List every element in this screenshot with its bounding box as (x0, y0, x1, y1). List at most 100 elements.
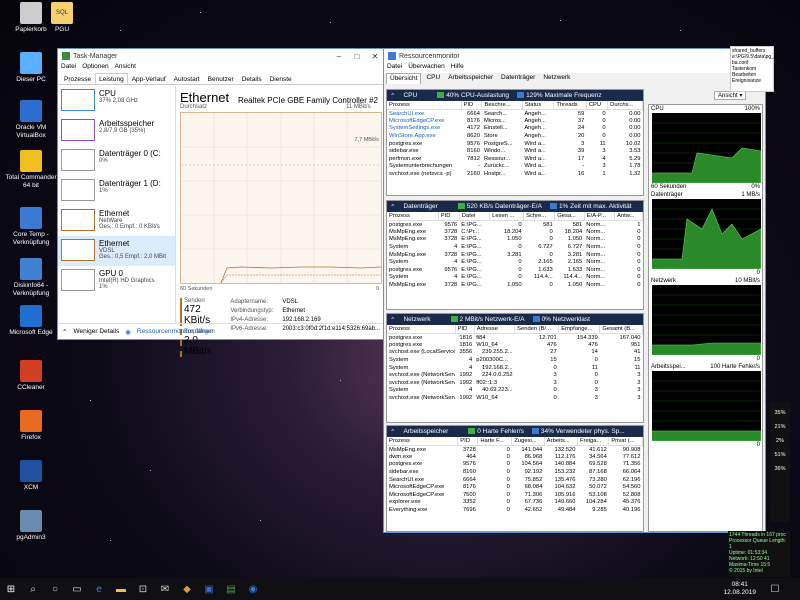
table-row[interactable]: System 4 192.168.2... 0 11 11 (387, 364, 643, 372)
column-header[interactable]: Harte F... (477, 437, 513, 446)
table-row[interactable]: MicrosoftEdgeCP.exe 8176 Micros... Angeh...… (387, 117, 643, 125)
mail-icon[interactable]: ✉ (154, 578, 176, 600)
table-row[interactable]: postgres.exe 9576 E:\PG... 0 581 581 Norm... 1 (387, 221, 643, 229)
column-header[interactable]: Beschre... (481, 101, 523, 110)
section-header[interactable]: ⌃ Arbeitsspeicher 0 Harte Fehler/s 34% V… (387, 426, 643, 437)
table-row[interactable]: svchost.exe (NetworkService -p) 1992 224.0… (387, 371, 643, 379)
table-row[interactable]: postgres.exe 1816 W10_64 476 476 951 (387, 341, 643, 349)
tab-startup[interactable]: Autostart (170, 73, 204, 84)
column-header[interactable]: PID (457, 437, 479, 446)
column-header[interactable]: Lesen ... (489, 212, 525, 221)
explorer-icon[interactable]: ▬ (110, 578, 132, 600)
table-row[interactable]: MsMpEng.exe 3728 E:\PG... 1.050 0 1.050 Norm..… (387, 236, 643, 244)
menu-file[interactable]: Datei (61, 63, 76, 73)
desktop-icon[interactable]: Dieser PC (2, 52, 60, 84)
table-row[interactable]: svchost.exe (netsvcs -p) 2160 Hostpr... Wir… (387, 170, 643, 178)
tab-disk[interactable]: Datenträger (498, 73, 538, 84)
table-row[interactable]: svchost.exe (NetworkService -p) 1992W10_6… (387, 394, 643, 402)
column-header[interactable]: Antw... (614, 212, 643, 221)
menu-help[interactable]: Hilfe (451, 63, 464, 73)
column-header[interactable]: PID (461, 101, 483, 110)
system-clock[interactable]: 08:41 12.08.2019 (723, 581, 756, 597)
tab-users[interactable]: Benutzer (204, 73, 238, 84)
table-row[interactable]: SearchUI.exe 6664 0 75.852 135.476 73.280 62.1… (387, 476, 643, 484)
column-header[interactable]: Senden (B/... (514, 325, 560, 334)
column-header[interactable]: Freiga... (577, 437, 610, 446)
desktop-icon[interactable]: CCleaner (2, 360, 60, 392)
column-header[interactable]: Durchs... (607, 101, 643, 110)
section-header[interactable]: ⌃ CPU 40% CPU-Auslastung 129% Maximale F… (387, 90, 643, 101)
tab-network[interactable]: Netzwerk (540, 73, 573, 84)
column-header[interactable]: Adresse (474, 325, 516, 334)
table-row[interactable]: postgres.exe 9576 0 104.564 140.884 69.528 71.… (387, 461, 643, 469)
table-row[interactable]: postgres.exe 9576 PostgreS... Wird a... 3 11 1… (387, 140, 643, 148)
column-header[interactable]: CPU (586, 101, 609, 110)
desktop-icon[interactable]: XCM (2, 460, 60, 492)
save-app-icon[interactable]: ▣ (198, 578, 220, 600)
task-view-icon[interactable]: ▭ (66, 578, 88, 600)
desktop-icon[interactable]: Oracle VM VirtualBox (2, 100, 60, 140)
table-row[interactable]: System 4 40.69.223... 0 3 3 (387, 387, 643, 395)
tab-services[interactable]: Dienste (266, 73, 296, 84)
collapse-chevron-icon[interactable]: ⌃ (390, 316, 395, 324)
collapse-chevron-icon[interactable]: ⌃ (390, 428, 395, 436)
tab-details[interactable]: Details (238, 73, 266, 84)
column-header[interactable]: Threads (553, 101, 587, 110)
column-header[interactable]: Prozess (387, 437, 459, 446)
table-row[interactable]: SearchUI.exe 6664 Search... Angeh... 59 0 0.00 (387, 110, 643, 118)
view-button[interactable]: Ansicht ▾ (714, 91, 747, 100)
close-button[interactable]: ✕ (366, 52, 384, 61)
less-details-link[interactable]: Weniger Details (73, 328, 119, 335)
column-header[interactable]: PID (438, 212, 460, 221)
sidebar-item[interactable]: Ethernet VDSL Ges.: 0,5 Empf.: 2,0 MBit (58, 236, 175, 266)
column-header[interactable]: Arbeits... (544, 437, 579, 446)
column-header[interactable]: Privat (... (608, 437, 643, 446)
sidebar-item[interactable]: Datenträger 0 (C: 0% (58, 146, 175, 176)
table-row[interactable]: perfmon.exe 7812 Ressour... Wird a... 17 4 5.2… (387, 155, 643, 163)
table-row[interactable]: explorer.exe 3352 0 67.736 149.660 104.284 45.… (387, 499, 643, 507)
table-row[interactable]: sidebar.exe 8160 Windo... Wird a... 39 3 3.53 (387, 147, 643, 155)
table-row[interactable]: MicrosoftEdgeCP.exe 8176 0 68.084 104.632 50.… (387, 483, 643, 491)
table-row[interactable]: dwm.exe 464 0 86.968 112.176 34.564 77.612 (387, 453, 643, 461)
tab-cpu[interactable]: CPU (423, 73, 443, 84)
column-header[interactable]: Prozess (387, 212, 439, 221)
table-row[interactable]: System 4 E:\PG... 0 2.165 2.165 Norm... 0 (387, 258, 643, 266)
table-row[interactable]: MsMpEng.exe 3728 C:\Pr... 18.204 0 18.204 Norm… (387, 228, 643, 236)
column-header[interactable]: Schre... (523, 212, 556, 221)
menu-monitor[interactable]: Überwachen (408, 63, 445, 73)
column-header[interactable]: Gesamt (B... (599, 325, 643, 334)
column-header[interactable]: Gesa... (554, 212, 585, 221)
cortana-icon[interactable]: ○ (44, 578, 66, 600)
column-header[interactable]: Prozess (387, 101, 462, 110)
table-row[interactable]: svchost.exe (LocalServiceAndNo... 3556 239… (387, 349, 643, 357)
open-resource-monitor-link[interactable]: Ressourcenmonitor öffnen (137, 328, 213, 335)
table-row[interactable]: Everything.exe 7696 0 42.652 49.484 9.285 40.1… (387, 506, 643, 514)
table-row[interactable]: MsMpEng.exe 3728 E:\PG... 3.281 0 3.281 Norm..… (387, 251, 643, 259)
desktop-icon[interactable]: Core Temp - Verknüpfung (2, 207, 60, 247)
column-header[interactable]: Prozess (387, 325, 456, 334)
task-manager-taskbar-icon[interactable]: ▤ (220, 578, 242, 600)
edge-icon[interactable]: e (88, 578, 110, 600)
start-button[interactable]: ⊞ (0, 578, 22, 600)
minimize-button[interactable]: – (330, 52, 348, 61)
tab-memory[interactable]: Arbeitsspeicher (445, 73, 496, 84)
column-header[interactable]: Status (522, 101, 555, 110)
table-row[interactable]: svchost.exe (NetworkService -p) 1992ff02:… (387, 379, 643, 387)
menu-view[interactable]: Ansicht (115, 63, 136, 73)
notifications-icon[interactable]: ☐ (764, 578, 786, 600)
section-header[interactable]: ⌃ Netzwerk 2 MBit/s Netzwerk-E/A 0% Netz… (387, 314, 643, 325)
search-icon[interactable]: ⌕ (22, 578, 44, 600)
tab-performance[interactable]: Leistung (95, 73, 128, 84)
desktop-icon[interactable]: pgAdmin3 (2, 510, 60, 542)
collapse-chevron-icon[interactable]: ⌃ (390, 92, 395, 100)
column-header[interactable]: Datei (459, 212, 491, 221)
table-row[interactable]: sidebar.exe 8160 0 92.192 153.232 87.168 66.06… (387, 468, 643, 476)
table-row[interactable]: MsMpEng.exe 3728 E:\PG... 1.050 0 1.050 Norm..… (387, 281, 643, 289)
column-header[interactable]: PID (455, 325, 475, 334)
table-row[interactable]: WinStore.App.exe 8620 Store Angeh... 20 0 0.00 (387, 132, 643, 140)
desktop-icon[interactable]: Total Commander 64 bit (2, 150, 60, 190)
menu-options[interactable]: Optionen (82, 63, 108, 73)
sidebar-item[interactable]: GPU 0 Intel(R) HD Graphics 1% (58, 266, 175, 296)
tab-app-history[interactable]: App-Verlauf (128, 73, 170, 84)
table-row[interactable]: System 4 E:\PG... 0 114.4... 114.4... Norm... 0 (387, 274, 643, 282)
